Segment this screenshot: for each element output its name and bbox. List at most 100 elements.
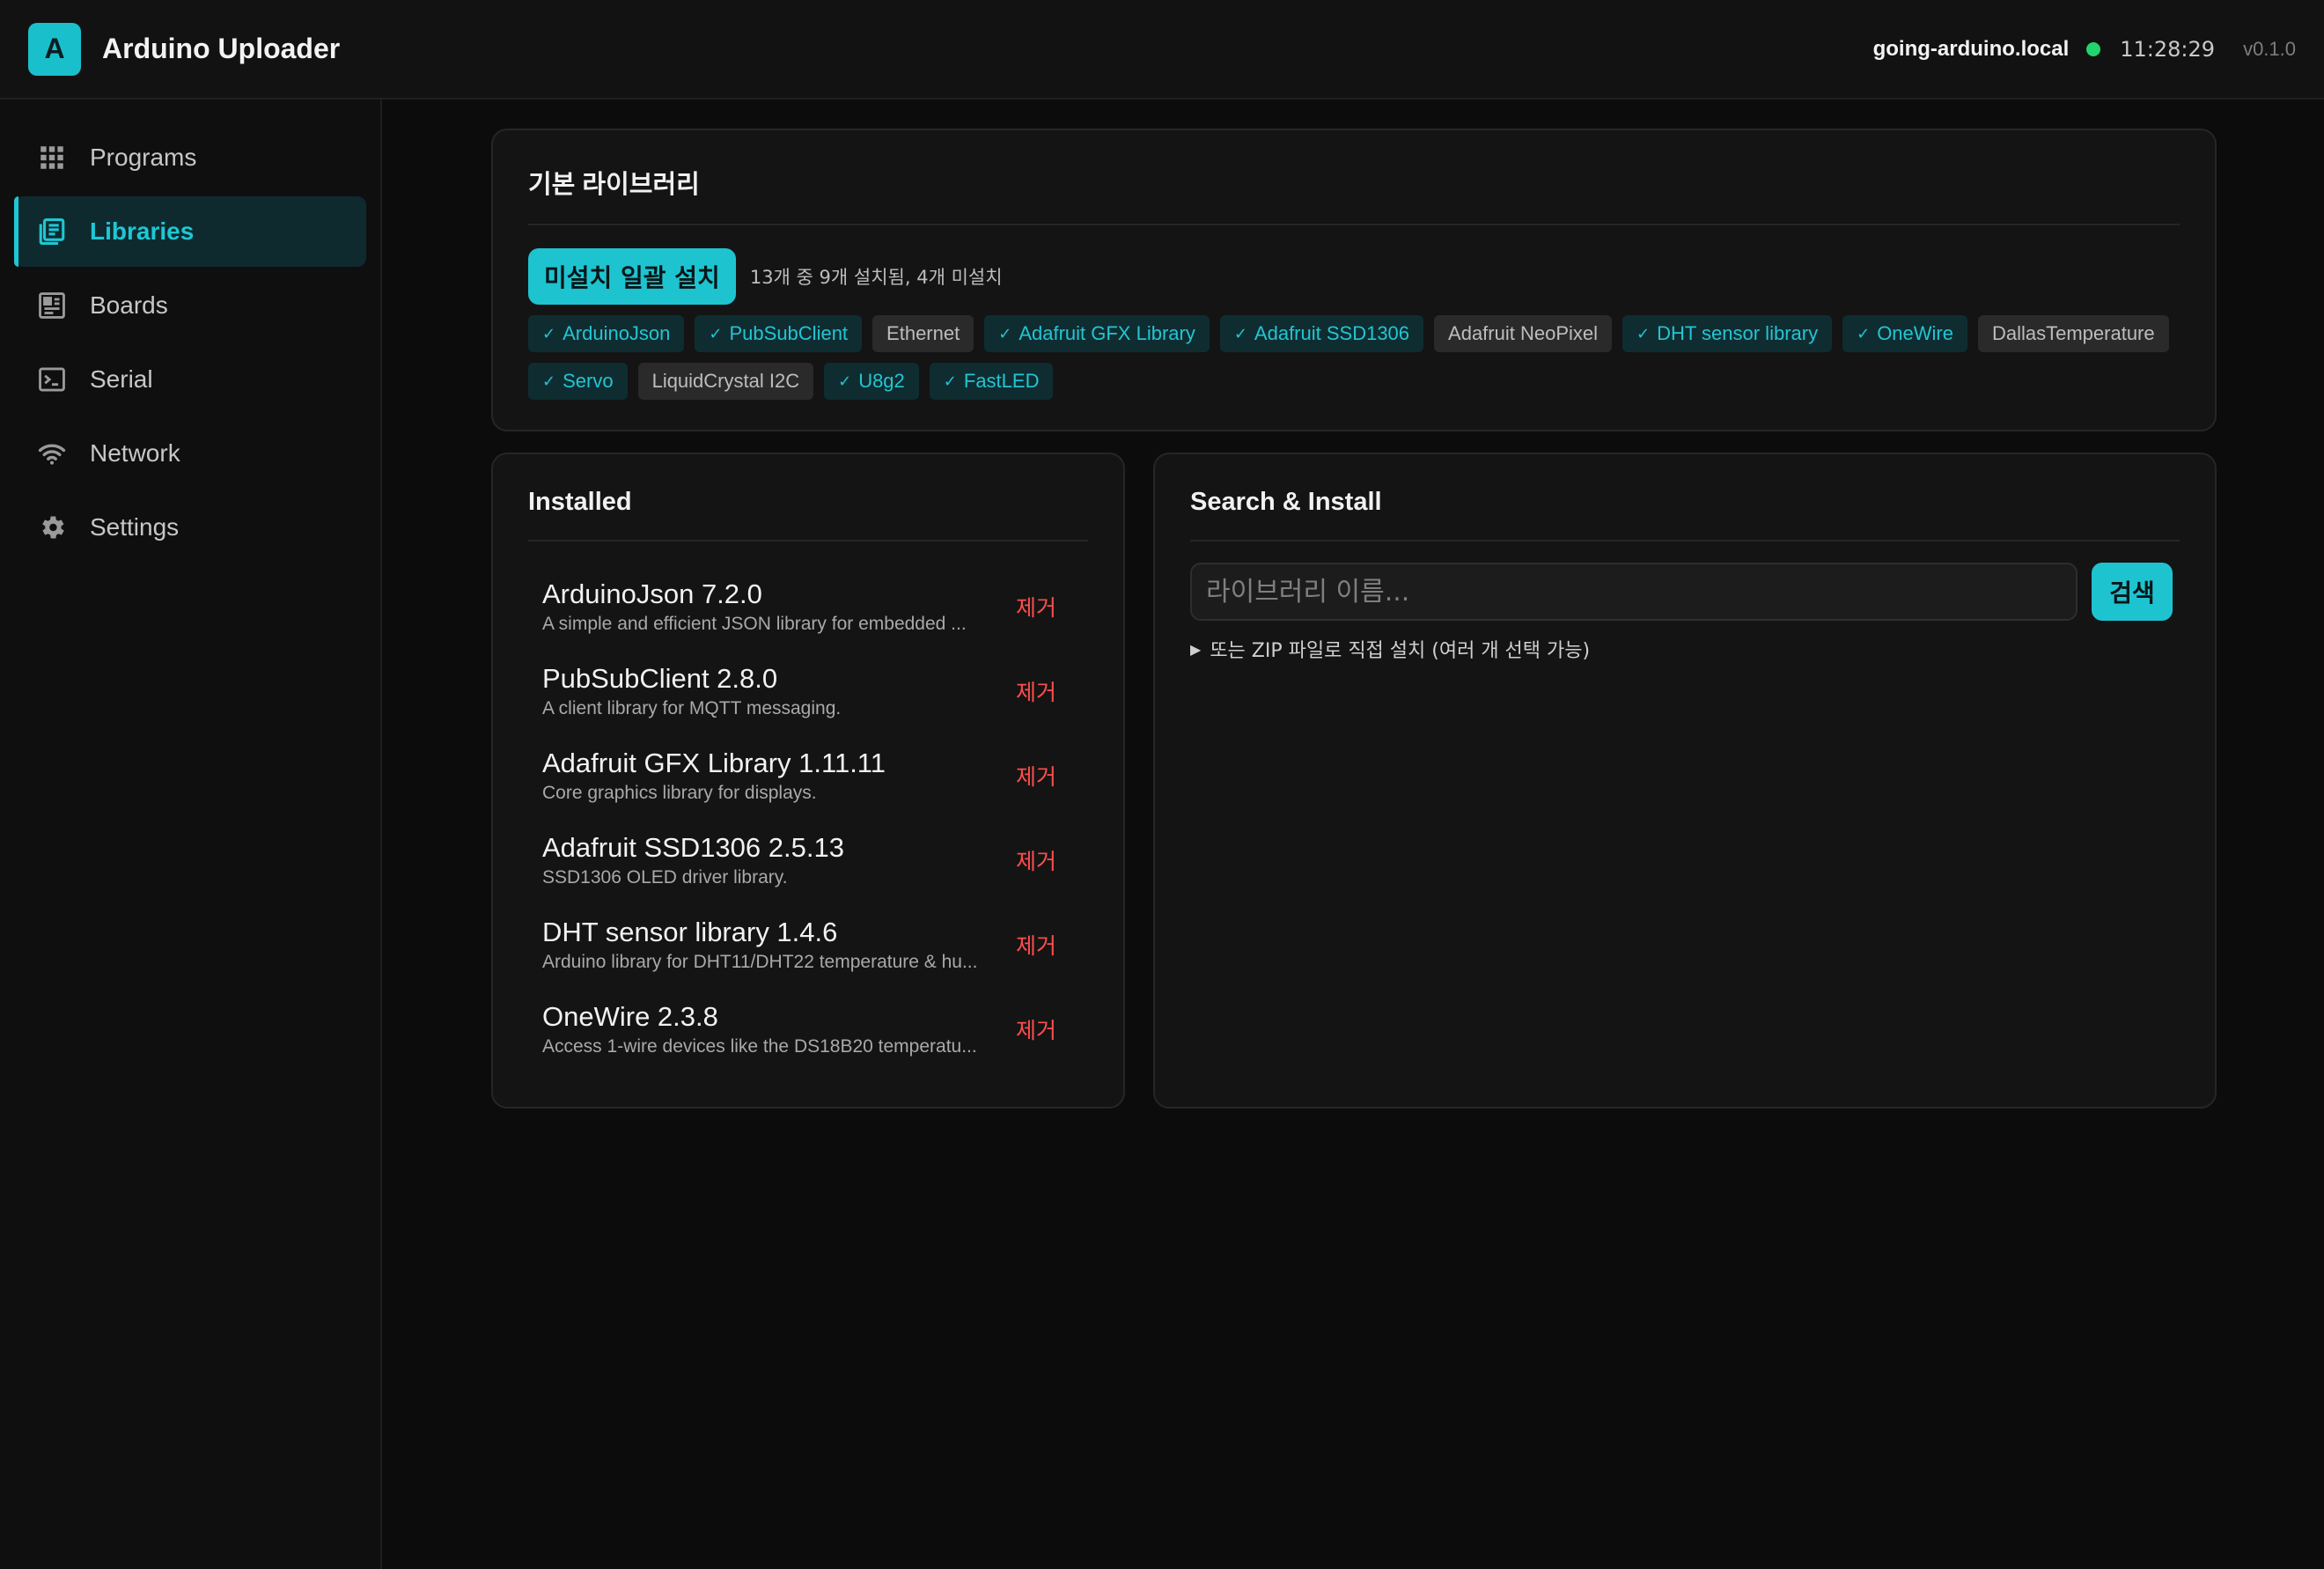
tag-label: FastLED (963, 370, 1040, 392)
tag-label: DallasTemperature (1991, 322, 2155, 344)
library-name: Adafruit GFX Library 1.11.11 (542, 748, 886, 778)
list-item: PubSubClient 2.8.0 A client library for … (528, 649, 1088, 733)
check-icon: ✓ (542, 372, 556, 390)
card-title: 기본 라이브러리 (528, 171, 700, 199)
library-description: Core graphics library for displays. (542, 783, 817, 803)
tag-label: ArduinoJson (563, 322, 671, 344)
connection-status-dot (2086, 41, 2101, 56)
search-button[interactable]: 검색 (2092, 563, 2173, 621)
library-tag-missing: DallasTemperature (1977, 315, 2169, 352)
installed-libraries-card: Installed ArduinoJson 7.2.0 A simple and… (491, 453, 1125, 1109)
bulk-install-row: 미설치 일괄 설치 13개 중 9개 설치됨, 4개 미설치 (528, 248, 2180, 305)
library-info: OneWire 2.3.8 Access 1-wire devices like… (542, 1001, 1000, 1057)
library-tag-installed: ✓ Adafruit GFX Library (984, 315, 1210, 352)
list-item: OneWire 2.3.8 Access 1-wire devices like… (528, 987, 1088, 1072)
check-icon: ✓ (998, 324, 1012, 343)
sidebar-item-network[interactable]: Network (14, 418, 366, 489)
disclosure-triangle-icon: ▶ (1190, 640, 1202, 658)
library-info: DHT sensor library 1.4.6 Arduino library… (542, 917, 1000, 973)
remove-button[interactable]: 제거 (1016, 675, 1056, 707)
tag-label: PubSubClient (729, 322, 849, 344)
book-icon (37, 217, 67, 247)
device-host: going-arduino.local (1872, 36, 2070, 61)
installed-library-list: ArduinoJson 7.2.0 A simple and efficient… (528, 564, 1088, 1072)
library-description: SSD1306 OLED driver library. (542, 867, 788, 888)
library-info: Adafruit SSD1306 2.5.13 SSD1306 OLED dri… (542, 832, 1000, 888)
tag-label: DHT sensor library (1657, 322, 1819, 344)
list-item: DHT sensor library 1.4.6 Arduino library… (528, 902, 1088, 987)
search-row: 검색 (1190, 563, 2180, 621)
tag-label: OneWire (1877, 322, 1953, 344)
tag-label: Ethernet (886, 322, 960, 344)
remove-button[interactable]: 제거 (1016, 1013, 1056, 1045)
check-icon: ✓ (838, 372, 852, 390)
library-tag-missing: LiquidCrystal I2C (637, 363, 814, 400)
remove-button[interactable]: 제거 (1016, 844, 1056, 876)
tag-label: Adafruit SSD1306 (1254, 322, 1410, 344)
remove-button[interactable]: 제거 (1016, 591, 1056, 622)
connection-info: going-arduino.local 11:28:29 v0.1.0 (1873, 37, 2296, 62)
library-tag-missing: Ethernet (872, 315, 974, 352)
list-item: ArduinoJson 7.2.0 A simple and efficient… (528, 564, 1088, 649)
check-icon: ✓ (709, 324, 723, 343)
list-item: Adafruit GFX Library 1.11.11 Core graphi… (528, 733, 1088, 818)
library-name: DHT sensor library 1.4.6 (542, 917, 838, 947)
divider (1190, 540, 2180, 541)
library-description: A simple and efficient JSON library for … (542, 614, 967, 634)
library-info: ArduinoJson 7.2.0 A simple and efficient… (542, 578, 1000, 635)
zip-install-label: 또는 ZIP 파일로 직접 설치 (여러 개 선택 가능) (1210, 640, 1591, 662)
library-info: Adafruit GFX Library 1.11.11 Core graphi… (542, 748, 1000, 804)
library-tag-installed: ✓ ArduinoJson (528, 315, 685, 352)
library-tag-installed: ✓ FastLED (929, 363, 1054, 400)
sidebar-item-serial[interactable]: Serial (14, 344, 366, 415)
zip-install-toggle[interactable]: ▶ 또는 ZIP 파일로 직접 설치 (여러 개 선택 가능) (1190, 635, 2180, 663)
library-description: Arduino library for DHT11/DHT22 temperat… (542, 952, 978, 972)
sidebar-item-label: Libraries (90, 217, 195, 245)
library-tag-missing: Adafruit NeoPixel (1434, 315, 1613, 352)
sidebar-item-label: Network (90, 439, 180, 467)
library-tag-installed: ✓ DHT sensor library (1622, 315, 1833, 352)
library-tag-installed: ✓ OneWire (1842, 315, 1967, 352)
grid-icon (37, 143, 67, 173)
list-item: Adafruit SSD1306 2.5.13 SSD1306 OLED dri… (528, 818, 1088, 902)
library-tag-installed: ✓ U8g2 (824, 363, 919, 400)
library-tag-installed: ✓ Adafruit SSD1306 (1219, 315, 1424, 352)
sidebar-item-label: Programs (90, 144, 197, 171)
sidebar-item-libraries[interactable]: Libraries (14, 196, 366, 267)
sidebar: Programs Libraries Boards Serial Network… (0, 99, 382, 1569)
terminal-icon (37, 365, 67, 394)
library-name: ArduinoJson 7.2.0 (542, 578, 762, 609)
bulk-install-button[interactable]: 미설치 일괄 설치 (528, 248, 736, 305)
check-icon: ✓ (1857, 324, 1871, 343)
library-description: Access 1-wire devices like the DS18B20 t… (542, 1036, 977, 1057)
search-install-card: Search & Install 검색 ▶ 또는 ZIP 파일로 직접 설치 (… (1153, 453, 2217, 1109)
sidebar-item-label: Boards (90, 291, 168, 319)
library-name: OneWire 2.3.8 (542, 1001, 718, 1032)
clock: 11:28:29 (2120, 36, 2216, 62)
app-root: A Arduino Uploader going-arduino.local 1… (0, 0, 2324, 1569)
library-tag-installed: ✓ Servo (528, 363, 628, 400)
remove-button[interactable]: 제거 (1016, 929, 1056, 961)
wifi-icon (37, 438, 67, 468)
app-title: Arduino Uploader (102, 33, 341, 64)
tag-label: Adafruit NeoPixel (1448, 322, 1599, 344)
sidebar-item-boards[interactable]: Boards (14, 270, 366, 341)
library-search-input[interactable] (1190, 563, 2078, 621)
tag-label: Adafruit GFX Library (1019, 322, 1195, 344)
card-title: Installed (528, 488, 632, 516)
top-bar: A Arduino Uploader going-arduino.local 1… (0, 0, 2324, 99)
sidebar-item-label: Serial (90, 365, 153, 393)
library-tag-list: ✓ ArduinoJson ✓ PubSubClient Ethernet ✓ Ada… (528, 315, 2201, 410)
tag-label: LiquidCrystal I2C (651, 370, 800, 392)
check-icon: ✓ (1636, 324, 1651, 343)
remove-button[interactable]: 제거 (1016, 760, 1056, 792)
basic-libraries-card: 기본 라이브러리 미설치 일괄 설치 13개 중 9개 설치됨, 4개 미설치 … (491, 129, 2217, 431)
library-info: PubSubClient 2.8.0 A client library for … (542, 663, 1000, 719)
library-name: Adafruit SSD1306 2.5.13 (542, 832, 844, 863)
sidebar-item-settings[interactable]: Settings (14, 492, 366, 563)
library-description: A client library for MQTT messaging. (542, 698, 842, 718)
sidebar-item-programs[interactable]: Programs (14, 122, 366, 193)
card-title: Search & Install (1190, 488, 1382, 516)
library-tag-installed: ✓ PubSubClient (695, 315, 863, 352)
check-icon: ✓ (943, 372, 957, 390)
